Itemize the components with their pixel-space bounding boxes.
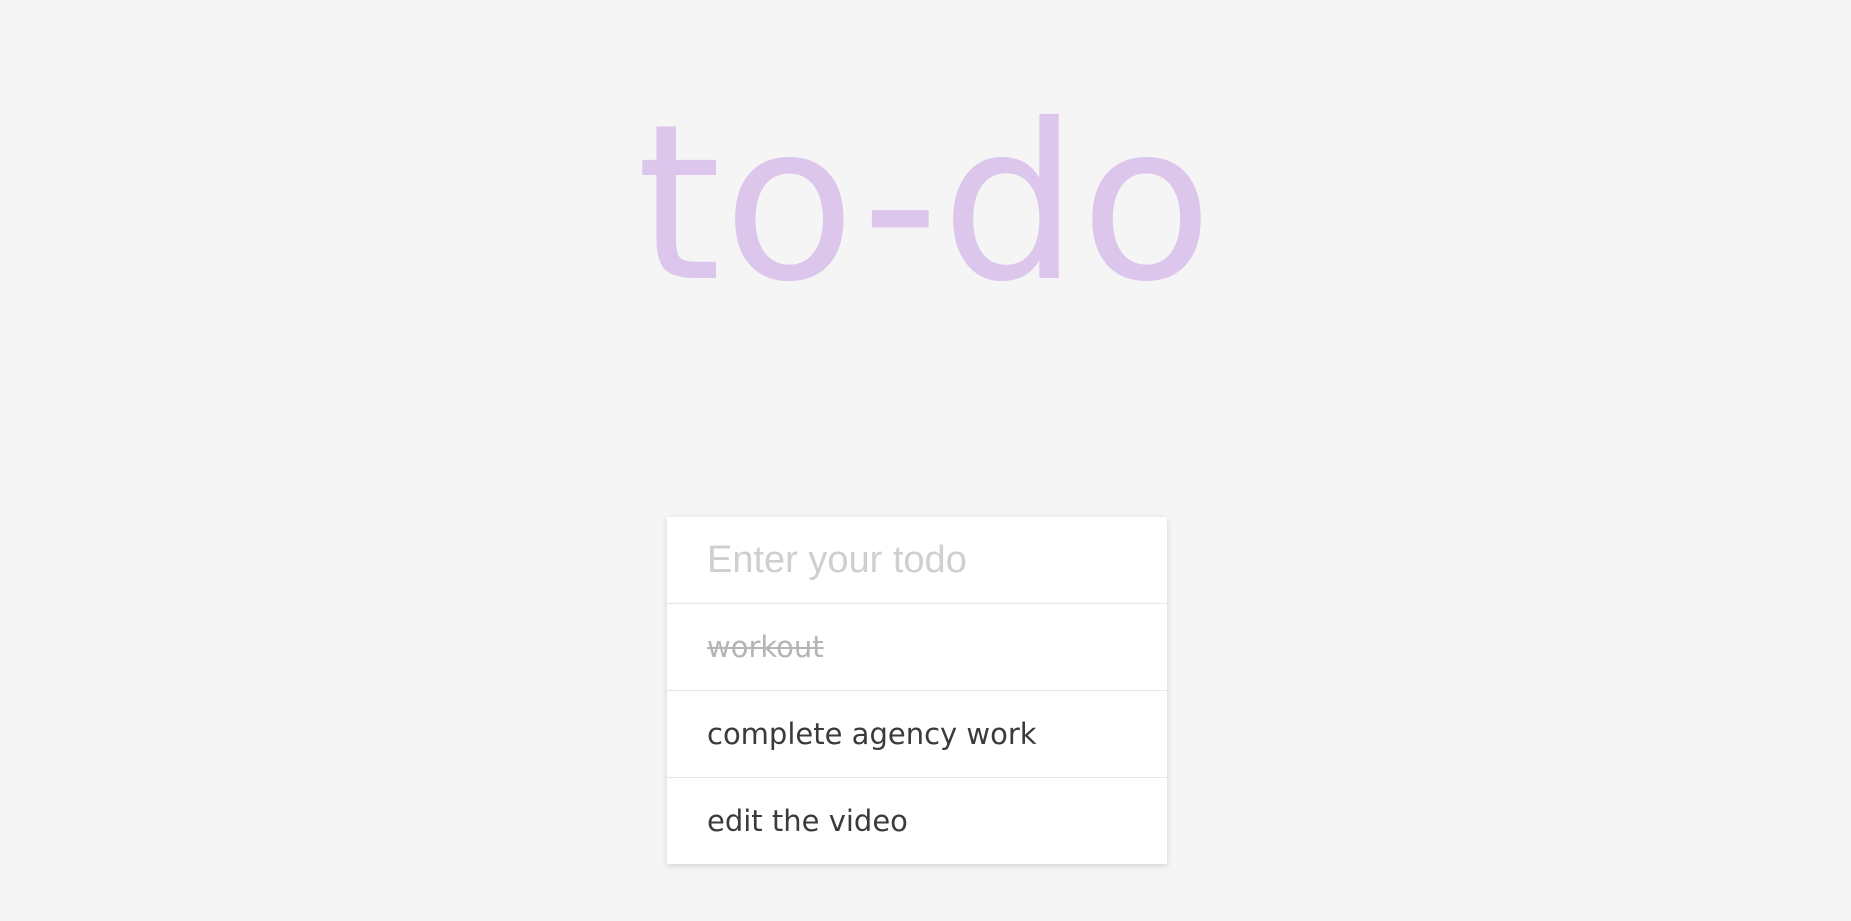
todo-item-edit-the-video[interactable]: edit the video bbox=[667, 777, 1167, 864]
todo-app: to-do workout complete agency work edit … bbox=[0, 0, 1851, 921]
todo-list: workout complete agency work edit the vi… bbox=[667, 603, 1167, 864]
todo-card: workout complete agency work edit the vi… bbox=[667, 517, 1167, 864]
page-title: to-do bbox=[636, 78, 1215, 329]
todo-item-complete-agency-work[interactable]: complete agency work bbox=[667, 690, 1167, 777]
todo-input[interactable] bbox=[667, 517, 1167, 603]
todo-item-workout[interactable]: workout bbox=[667, 603, 1167, 690]
